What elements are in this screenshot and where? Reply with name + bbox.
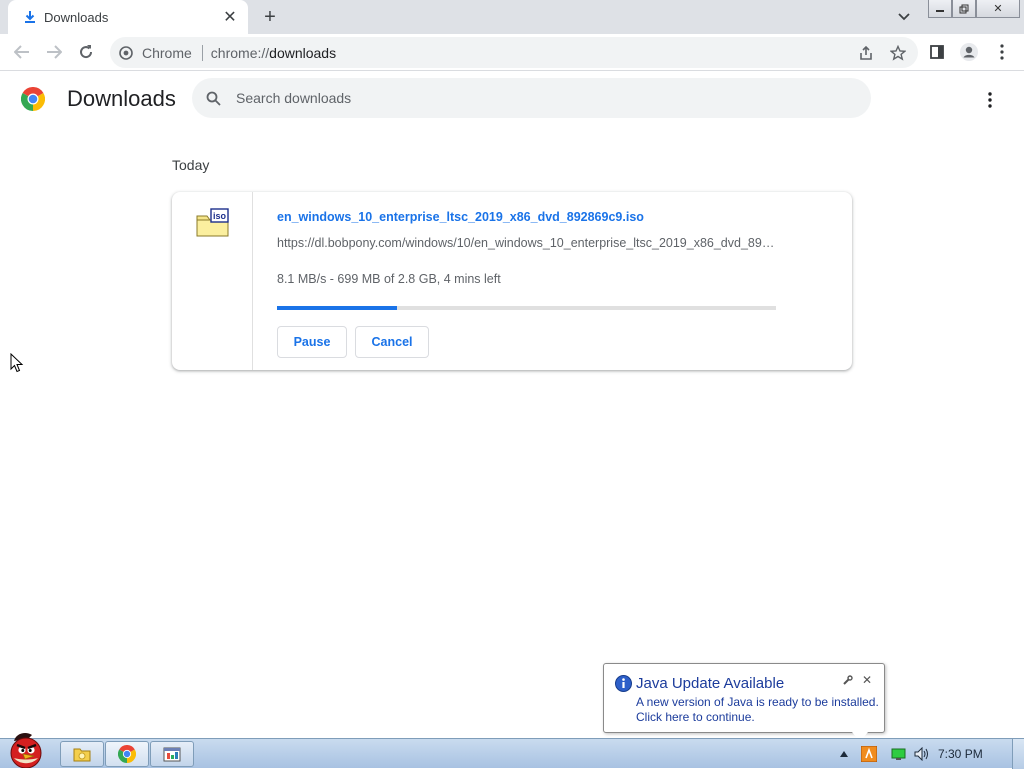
volume-tray-icon[interactable] (912, 745, 932, 763)
java-tray-icon[interactable] (860, 745, 878, 763)
url-text: chrome://downloads (210, 44, 337, 61)
date-section-header: Today (172, 157, 210, 173)
start-button[interactable] (4, 731, 48, 768)
new-tab-button[interactable]: + (258, 6, 282, 28)
mouse-cursor-icon (10, 353, 24, 373)
tab-downloads[interactable]: Downloads ✕ (8, 0, 248, 34)
download-icon-column: iso (172, 192, 253, 370)
tab-strip: Downloads ✕ + ✕ (0, 0, 1024, 34)
search-icon (204, 89, 222, 107)
site-name: Chrome (142, 44, 192, 61)
forward-icon[interactable] (41, 39, 67, 65)
taskbar: 7:30 PM (0, 738, 1024, 769)
page-title: Downloads (67, 86, 176, 111)
iso-file-icon: iso (196, 208, 229, 237)
restore-button[interactable] (952, 0, 976, 18)
notification-line-1: A new version of Java is ready to be ins… (636, 695, 879, 709)
chrome-logo-icon (21, 87, 45, 111)
system-clock[interactable]: 7:30 PM (938, 747, 983, 761)
wrench-options-icon[interactable] (840, 673, 854, 687)
network-tray-icon[interactable] (890, 745, 908, 763)
notification-line-2: Click here to continue. (636, 710, 755, 724)
browser-toolbar: Chrome chrome://downloads (0, 34, 1024, 71)
download-progress-bar (277, 306, 776, 310)
download-progress-fill (277, 306, 397, 310)
taskbar-item-chrome[interactable] (105, 741, 149, 767)
omnibox-separator (201, 44, 203, 61)
back-icon[interactable] (9, 39, 35, 65)
reload-icon[interactable] (73, 39, 99, 65)
taskbar-item-explorer[interactable] (60, 741, 104, 767)
app-icon (163, 747, 181, 762)
download-source-url[interactable]: https://dl.bobpony.com/windows/10/en_win… (277, 236, 777, 250)
chrome-menu-icon[interactable] (989, 39, 1015, 65)
download-filename-link[interactable]: en_windows_10_enterprise_ltsc_2019_x86_d… (277, 210, 644, 224)
notification-body[interactable]: A new version of Java is ready to be ins… (636, 695, 879, 725)
java-update-notification[interactable]: Java Update Available A new version of J… (603, 663, 885, 742)
notification-title: Java Update Available (636, 675, 785, 692)
download-item-card: iso en_windows_10_enterprise_ltsc_2019_x… (172, 192, 852, 370)
notification-close-icon[interactable]: ✕ (860, 673, 874, 687)
pause-button[interactable]: Pause (277, 326, 347, 358)
address-bar[interactable]: Chrome chrome://downloads (110, 37, 918, 68)
show-hidden-icons-chevron[interactable] (838, 745, 850, 763)
tab-close-icon[interactable]: ✕ (220, 7, 240, 27)
taskbar-item-app[interactable] (150, 741, 194, 767)
explorer-icon (73, 748, 91, 762)
bookmark-star-icon[interactable] (888, 43, 908, 63)
svg-text:iso: iso (213, 211, 227, 221)
chrome-icon (118, 745, 136, 763)
chrome-site-icon (118, 45, 134, 61)
close-window-button[interactable]: ✕ (976, 0, 1020, 18)
show-desktop-button[interactable] (1012, 739, 1024, 769)
side-panel-icon[interactable] (924, 39, 950, 65)
info-icon (615, 675, 632, 692)
search-input[interactable] (236, 90, 836, 106)
minimize-button[interactable] (928, 0, 952, 18)
tab-title: Downloads (44, 9, 109, 25)
tab-search-chevron-icon[interactable] (894, 8, 914, 26)
search-downloads-box[interactable] (192, 78, 871, 118)
download-status: 8.1 MB/s - 699 MB of 2.8 GB, 4 mins left (277, 272, 501, 286)
share-icon[interactable] (856, 43, 876, 63)
cancel-button[interactable]: Cancel (355, 326, 429, 358)
downloads-header: Downloads (0, 72, 1024, 128)
download-icon (22, 9, 38, 25)
downloads-menu-icon[interactable] (980, 90, 1000, 110)
profile-avatar-icon[interactable] (956, 39, 982, 65)
